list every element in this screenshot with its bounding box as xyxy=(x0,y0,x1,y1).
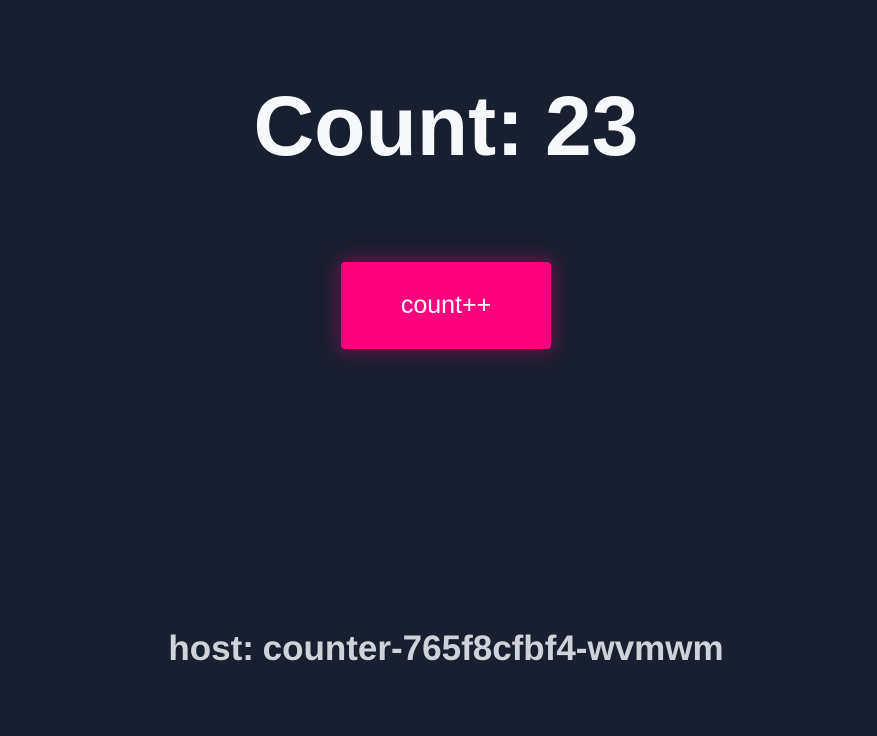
increment-button[interactable]: count++ xyxy=(341,262,551,349)
host-value: counter-765f8cfbf4-wvmwm xyxy=(262,629,724,668)
host-info: host: counter-765f8cfbf4-wvmwm xyxy=(0,628,877,670)
count-value: 23 xyxy=(545,79,639,173)
count-heading: Count: 23 xyxy=(0,78,877,174)
count-label: Count: xyxy=(253,79,525,173)
host-label: host: xyxy=(168,629,254,668)
page: Count: 23 count++ host: counter-765f8cfbf4… xyxy=(0,0,877,736)
